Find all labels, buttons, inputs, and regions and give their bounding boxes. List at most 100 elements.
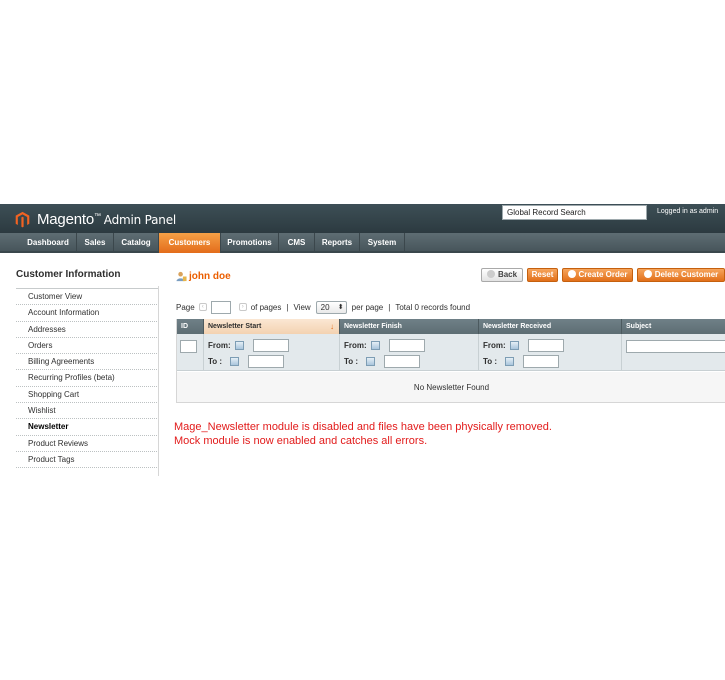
reset-button-label: Reset	[531, 270, 554, 279]
sidebar-item-product-reviews[interactable]: Product Reviews	[16, 436, 159, 452]
sidebar-title: Customer Information	[16, 269, 121, 280]
filter-finish-to-input[interactable]	[384, 355, 421, 368]
plus-icon	[567, 270, 576, 278]
sidebar-item-product-tags[interactable]: Product Tags	[16, 452, 159, 469]
nav-item-catalog[interactable]: Catalog	[114, 233, 159, 253]
records-found: Total 0 records found	[395, 302, 471, 312]
filter-finish-from-input[interactable]	[388, 339, 425, 352]
grid-pager: Page ‹ › of pages | View 20 ⬍ per page | …	[176, 299, 470, 315]
nav-item-sales[interactable]: Sales	[77, 233, 114, 253]
nav-item-cms[interactable]: CMS	[279, 233, 315, 253]
back-button[interactable]: Back	[481, 268, 523, 282]
filter-received-from-input[interactable]	[527, 339, 564, 352]
per-page-value: 20	[320, 302, 330, 312]
calendar-icon[interactable]	[230, 357, 240, 366]
prev-page-icon[interactable]: ‹	[198, 303, 207, 311]
filter-cell-newsletter-received: From: To :	[479, 334, 622, 371]
column-header-newsletter-finish[interactable]: Newsletter Finish	[340, 319, 479, 334]
filter-cell-id	[177, 334, 204, 371]
filter-received-to-row: To :	[483, 355, 560, 368]
from-label: From:	[208, 341, 231, 350]
logo-text: Magento™ Admin Panel	[37, 210, 177, 228]
error-message-line: Mock module is now enabled and catches a…	[174, 435, 428, 447]
nav-item-promotions[interactable]: Promotions	[221, 233, 279, 253]
filter-finish-from-row: From:	[344, 339, 425, 352]
sidebar-item-customer-view[interactable]: Customer View	[16, 289, 159, 306]
sidebar-item-addresses[interactable]: Addresses	[16, 322, 159, 338]
column-header-subject[interactable]: Subject	[622, 319, 725, 334]
nav-item-system[interactable]: System	[360, 233, 405, 253]
customer-icon	[176, 271, 187, 282]
pager-separator: |	[286, 302, 289, 312]
create-order-label: Create Order	[578, 270, 628, 279]
filter-cell-newsletter-start: From: To :	[204, 334, 340, 371]
newsletter-start-label: Newsletter Start	[208, 323, 262, 330]
page-label: Page	[176, 302, 195, 312]
calendar-icon[interactable]	[366, 357, 376, 366]
grid-filter-row: From: To : From: To : From: To:	[177, 334, 725, 371]
sidebar-item-newsletter[interactable]: Newsletter	[16, 419, 159, 436]
filter-subject-input[interactable]	[626, 340, 725, 353]
calendar-icon[interactable]	[509, 341, 519, 350]
filter-id-input[interactable]	[180, 340, 197, 353]
calendar-icon[interactable]	[370, 341, 380, 350]
sidebar-tabs: Customer View Account Information Addres…	[16, 288, 159, 469]
delete-customer-label: Delete Customer	[654, 270, 719, 279]
filter-start-to-input[interactable]	[248, 355, 285, 368]
sidebar-divider	[158, 286, 159, 476]
sort-desc-icon: ↓	[330, 322, 334, 331]
back-arrow-icon	[486, 270, 495, 278]
from-label: From:	[483, 341, 506, 350]
page-number-input[interactable]	[210, 300, 231, 314]
per-page-select[interactable]: 20 ⬍	[315, 300, 347, 314]
filter-start-to-row: To :	[208, 355, 285, 368]
reset-button[interactable]: Reset	[527, 268, 558, 282]
select-caret-icon: ⬍	[337, 303, 344, 311]
sidebar-item-account-information[interactable]: Account Information	[16, 305, 159, 322]
create-order-button[interactable]: Create Order	[562, 268, 633, 282]
delete-customer-button[interactable]: Delete Customer	[637, 268, 725, 282]
pager-separator-2: |	[388, 302, 391, 312]
magento-logo-icon	[15, 211, 30, 227]
nav-item-reports[interactable]: Reports	[315, 233, 360, 253]
filter-received-to-input[interactable]	[523, 355, 560, 368]
error-message-line: Mage_Newsletter module is disabled and f…	[174, 421, 552, 433]
nav-item-dashboard[interactable]: Dashboard	[20, 233, 77, 253]
sidebar-item-recurring-profiles[interactable]: Recurring Profiles (beta)	[16, 370, 159, 387]
sidebar-item-orders[interactable]: Orders	[16, 338, 159, 355]
filter-start-from-input[interactable]	[252, 339, 289, 352]
grid-header-row: ID Newsletter Start ↓ Newsletter Finish N…	[177, 319, 725, 334]
back-button-label: Back	[497, 270, 518, 279]
filter-finish-to-row: To :	[344, 355, 421, 368]
grid-empty-message: No Newsletter Found	[177, 372, 725, 403]
to-label: To :	[483, 357, 498, 366]
column-header-newsletter-start[interactable]: Newsletter Start ↓	[204, 319, 340, 334]
filter-received-from-row: From:	[483, 339, 564, 352]
main-nav: Dashboard Sales Catalog Customers Promot…	[0, 233, 725, 253]
error-messages: Mage_Newsletter module is disabled and f…	[174, 420, 552, 448]
sidebar-item-shopping-cart[interactable]: Shopping Cart	[16, 387, 159, 404]
next-page-icon[interactable]: ›	[238, 303, 247, 311]
newsletter-grid: ID Newsletter Start ↓ Newsletter Finish N…	[176, 319, 725, 403]
nav-item-customers[interactable]: Customers	[159, 233, 221, 253]
logged-in-status: Logged in as admin	[657, 208, 719, 215]
admin-header: Magento™ Admin Panel Global Record Search…	[0, 204, 725, 233]
column-header-newsletter-received[interactable]: Newsletter Received	[479, 319, 622, 334]
filter-start-from-row: From:	[208, 339, 289, 352]
admin-app: Magento™ Admin Panel Global Record Search…	[0, 204, 725, 484]
global-record-search-input[interactable]: Global Record Search	[502, 205, 647, 220]
to-label: To :	[208, 357, 223, 366]
customer-name-title: john doe	[189, 271, 231, 282]
column-header-id[interactable]: ID	[177, 319, 204, 334]
calendar-icon[interactable]	[234, 341, 244, 350]
from-label: From:	[344, 341, 367, 350]
sidebar-item-wishlist[interactable]: Wishlist	[16, 403, 159, 420]
sidebar-item-billing-agreements[interactable]: Billing Agreements	[16, 354, 159, 371]
filter-cell-newsletter-finish: From: To :	[340, 334, 479, 371]
delete-icon	[643, 270, 652, 278]
of-pages-label: of pages	[250, 302, 282, 312]
calendar-icon[interactable]	[505, 357, 515, 366]
view-label: View	[293, 302, 311, 312]
magento-logo[interactable]: Magento™ Admin Panel	[14, 210, 176, 228]
per-page-label: per page	[351, 302, 384, 312]
